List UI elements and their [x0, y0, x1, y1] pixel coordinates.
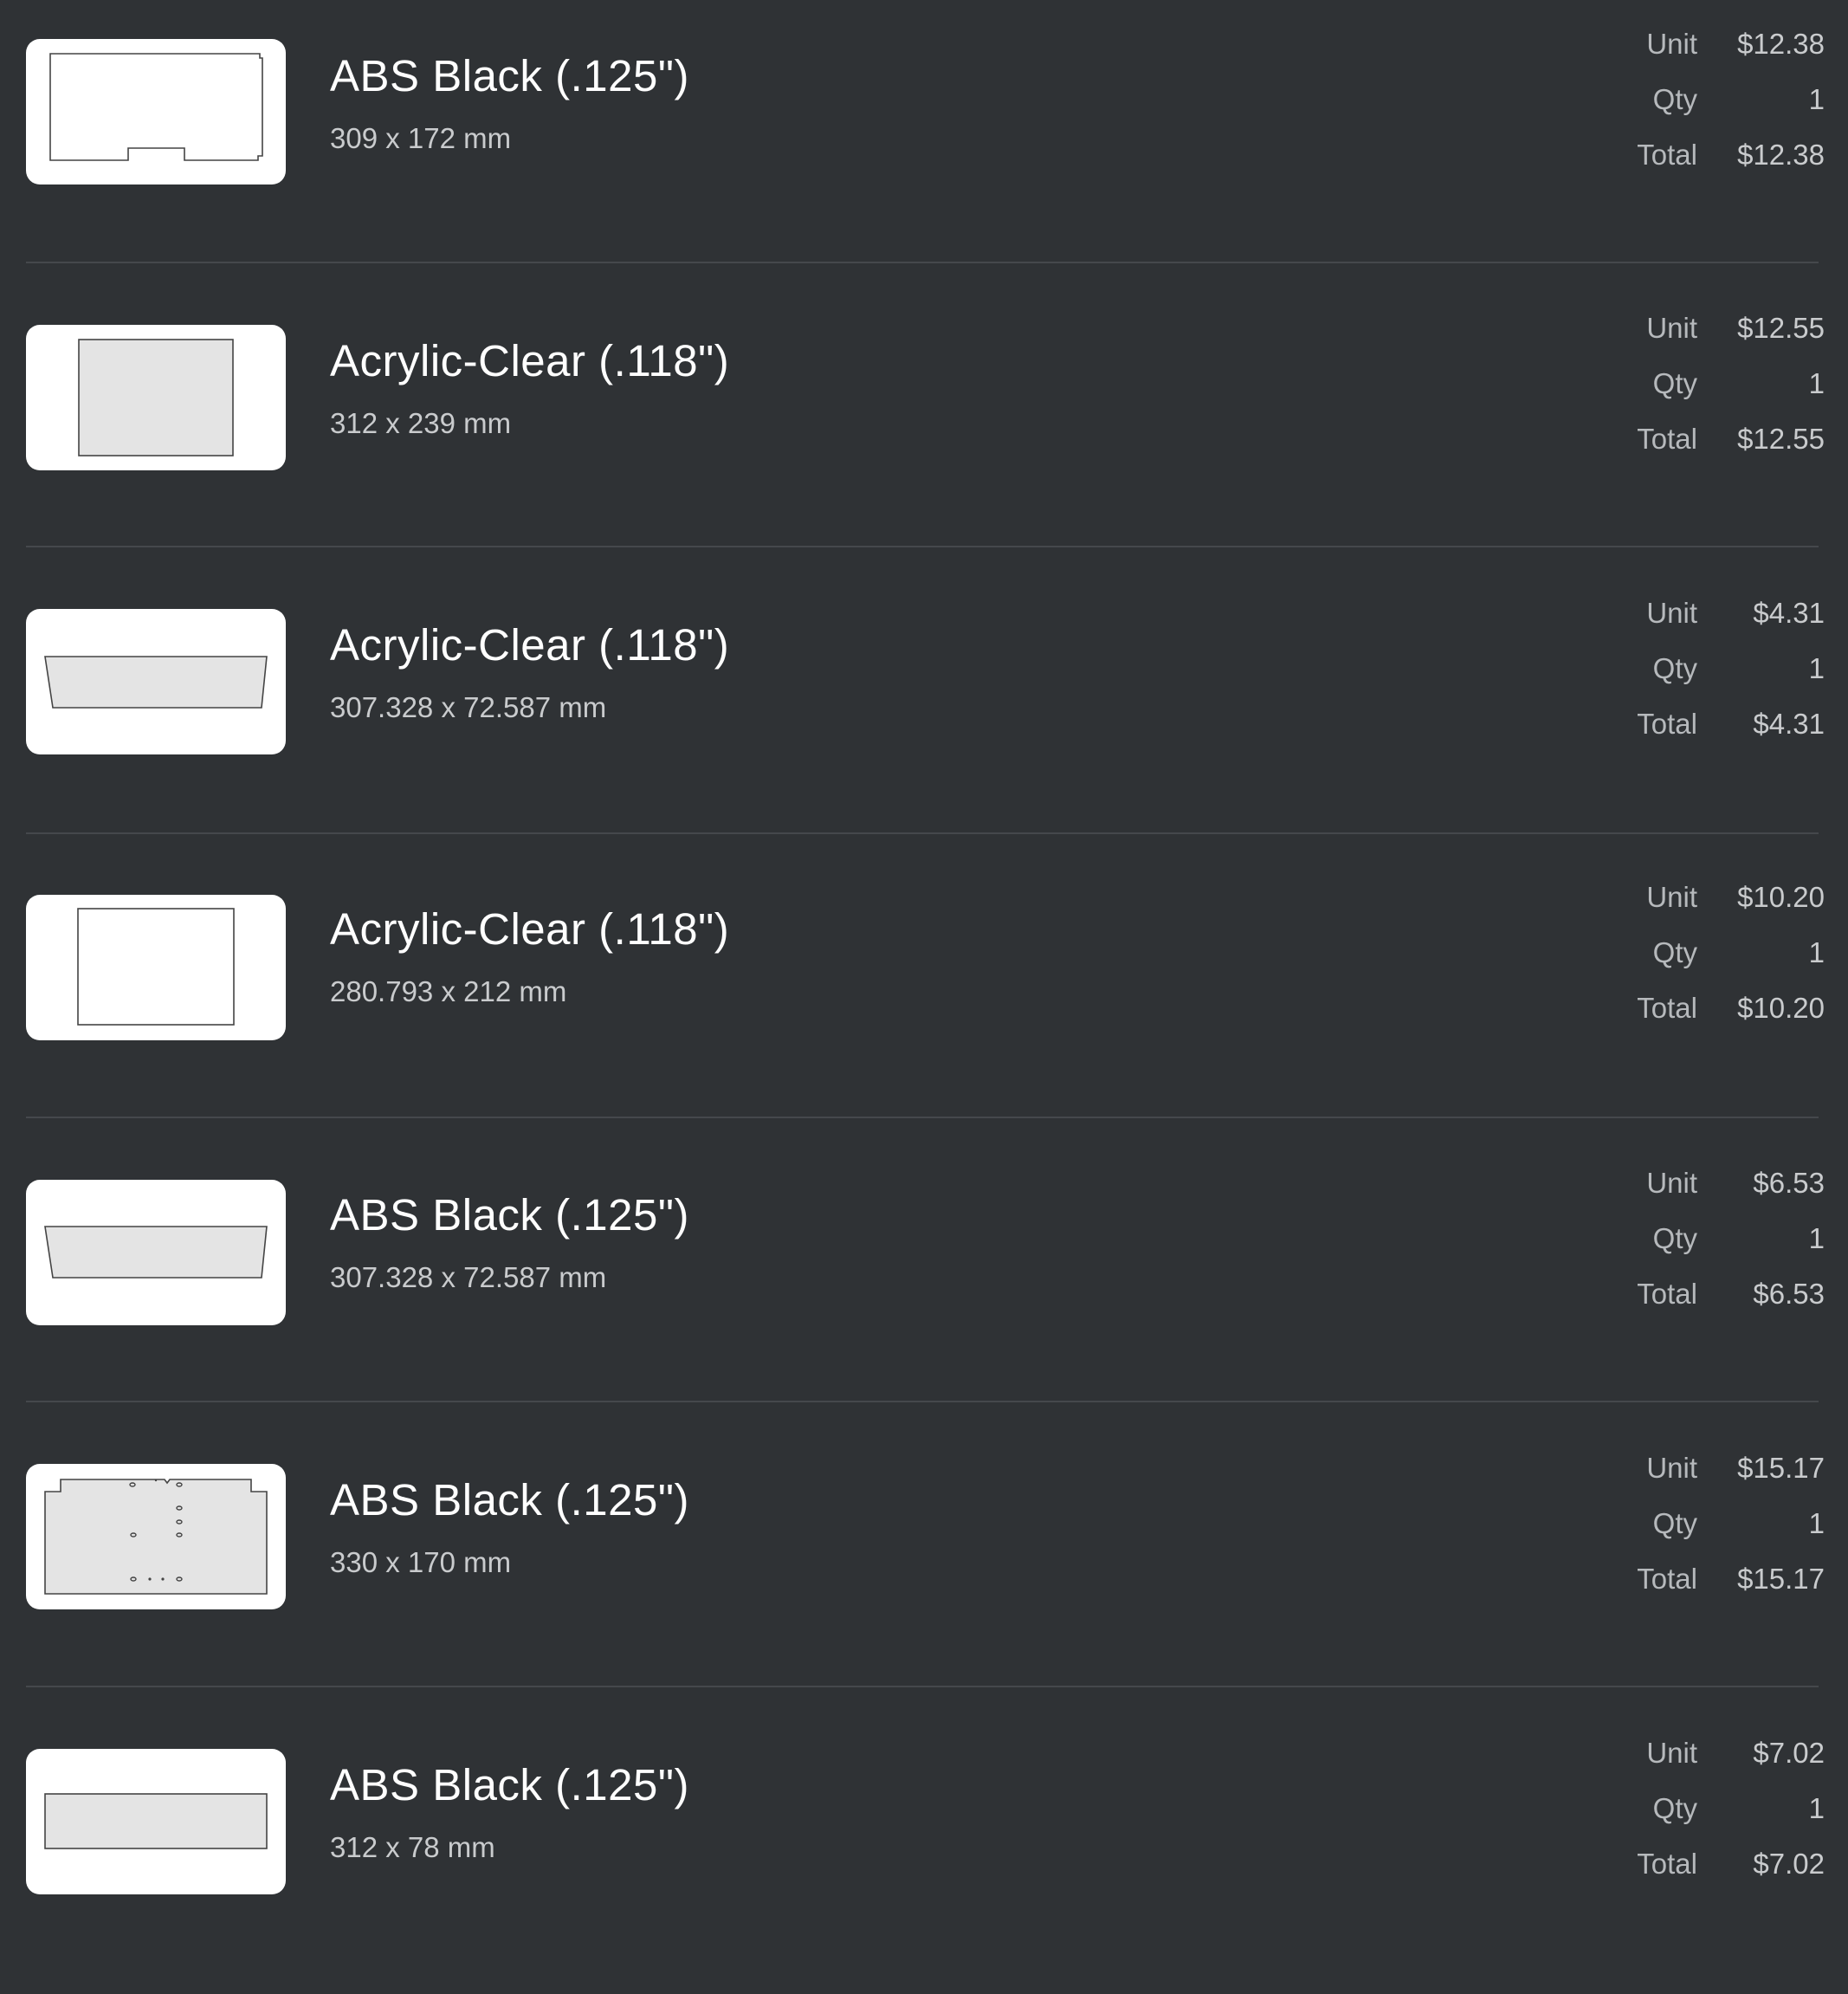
- part-dimensions: 307.328 x 72.587 mm: [330, 691, 607, 723]
- divider: [26, 546, 1819, 547]
- material-name: ABS Black (.125"): [330, 1475, 689, 1525]
- list-item[interactable]: ABS Black (.125") 330 x 170 mm Unit $15.1…: [0, 1425, 1848, 1709]
- material-name: ABS Black (.125"): [330, 1190, 689, 1240]
- material-name: Acrylic-Clear (.118"): [330, 904, 730, 954]
- unit-label: Unit: [1646, 1167, 1697, 1199]
- total-label: Total: [1637, 1563, 1697, 1595]
- list-item[interactable]: Acrylic-Clear (.118") 307.328 x 72.587 m…: [0, 570, 1848, 854]
- unit-label: Unit: [1646, 1737, 1697, 1769]
- total-label: Total: [1637, 1848, 1697, 1880]
- total-label: Total: [1637, 423, 1697, 455]
- unit-price: $6.53: [1753, 1167, 1825, 1199]
- qty-label: Qty: [1652, 936, 1697, 968]
- part-thumbnail[interactable]: [26, 1180, 286, 1325]
- total-price: $12.55: [1737, 423, 1825, 455]
- trapezoid-part-icon: [44, 656, 268, 709]
- quantity-value: 1: [1808, 1792, 1825, 1824]
- material-name: ABS Black (.125"): [330, 51, 689, 100]
- unit-label: Unit: [1646, 28, 1697, 60]
- unit-label: Unit: [1646, 881, 1697, 913]
- list-item[interactable]: ABS Black (.125") 309 x 172 mm Unit $12.3…: [0, 0, 1848, 284]
- qty-label: Qty: [1652, 1792, 1697, 1824]
- qty-label: Qty: [1652, 367, 1697, 399]
- qty-label: Qty: [1652, 83, 1697, 115]
- part-thumbnail[interactable]: [26, 609, 286, 754]
- total-price: $6.53: [1753, 1278, 1825, 1310]
- rectangle-part-icon: [78, 339, 234, 456]
- part-dimensions: 330 x 170 mm: [330, 1546, 512, 1578]
- unit-label: Unit: [1646, 312, 1697, 344]
- unit-label: Unit: [1646, 597, 1697, 629]
- unit-label: Unit: [1646, 1452, 1697, 1484]
- quantity-value: 1: [1808, 1507, 1825, 1539]
- part-dimensions: 309 x 172 mm: [330, 122, 512, 154]
- unit-price: $4.31: [1753, 597, 1825, 629]
- material-name: Acrylic-Clear (.118"): [330, 620, 730, 670]
- rectangle-outline-part-icon: [77, 908, 235, 1026]
- total-price: $10.20: [1737, 992, 1825, 1024]
- trapezoid-part-icon: [44, 1226, 268, 1279]
- total-label: Total: [1637, 139, 1697, 171]
- unit-price: $7.02: [1753, 1737, 1825, 1769]
- order-items-list: ABS Black (.125") 309 x 172 mm Unit $12.3…: [0, 0, 1848, 1926]
- divider: [26, 262, 1819, 263]
- list-item[interactable]: ABS Black (.125") 312 x 78 mm Unit $7.02 …: [0, 1710, 1848, 1994]
- total-price: $7.02: [1753, 1848, 1825, 1880]
- divider: [26, 1686, 1819, 1687]
- divider: [26, 1401, 1819, 1402]
- total-price: $15.17: [1737, 1563, 1825, 1595]
- part-dimensions: 312 x 239 mm: [330, 407, 512, 439]
- list-item[interactable]: Acrylic-Clear (.118") 280.793 x 212 mm U…: [0, 855, 1848, 1139]
- unit-price: $10.20: [1737, 881, 1825, 913]
- part-thumbnail[interactable]: [26, 325, 286, 470]
- total-price: $4.31: [1753, 708, 1825, 740]
- material-name: Acrylic-Clear (.118"): [330, 336, 730, 385]
- divider: [26, 832, 1819, 834]
- flat-bar-part-icon: [44, 1793, 268, 1849]
- part-dimensions: 280.793 x 212 mm: [330, 975, 567, 1007]
- quantity-value: 1: [1808, 652, 1825, 684]
- part-dimensions: 307.328 x 72.587 mm: [330, 1261, 607, 1293]
- unit-price: $15.17: [1737, 1452, 1825, 1484]
- qty-label: Qty: [1652, 1507, 1697, 1539]
- list-item[interactable]: ABS Black (.125") 307.328 x 72.587 mm Un…: [0, 1140, 1848, 1424]
- unit-price: $12.55: [1737, 312, 1825, 344]
- quantity-value: 1: [1808, 936, 1825, 968]
- total-label: Total: [1637, 992, 1697, 1024]
- notched-outline-part-icon: [49, 53, 263, 161]
- list-item[interactable]: Acrylic-Clear (.118") 312 x 239 mm Unit $…: [0, 285, 1848, 569]
- qty-label: Qty: [1652, 652, 1697, 684]
- total-price: $12.38: [1737, 139, 1825, 171]
- part-thumbnail[interactable]: [26, 39, 286, 185]
- qty-label: Qty: [1652, 1222, 1697, 1254]
- material-name: ABS Black (.125"): [330, 1760, 689, 1809]
- quantity-value: 1: [1808, 83, 1825, 115]
- total-label: Total: [1637, 708, 1697, 740]
- plate-with-holes-part-icon: [44, 1479, 268, 1595]
- part-dimensions: 312 x 78 mm: [330, 1831, 495, 1863]
- quantity-value: 1: [1808, 367, 1825, 399]
- unit-price: $12.38: [1737, 28, 1825, 60]
- part-thumbnail[interactable]: [26, 1749, 286, 1894]
- divider: [26, 1117, 1819, 1118]
- part-thumbnail[interactable]: [26, 895, 286, 1040]
- total-label: Total: [1637, 1278, 1697, 1310]
- quantity-value: 1: [1808, 1222, 1825, 1254]
- part-thumbnail[interactable]: [26, 1464, 286, 1609]
